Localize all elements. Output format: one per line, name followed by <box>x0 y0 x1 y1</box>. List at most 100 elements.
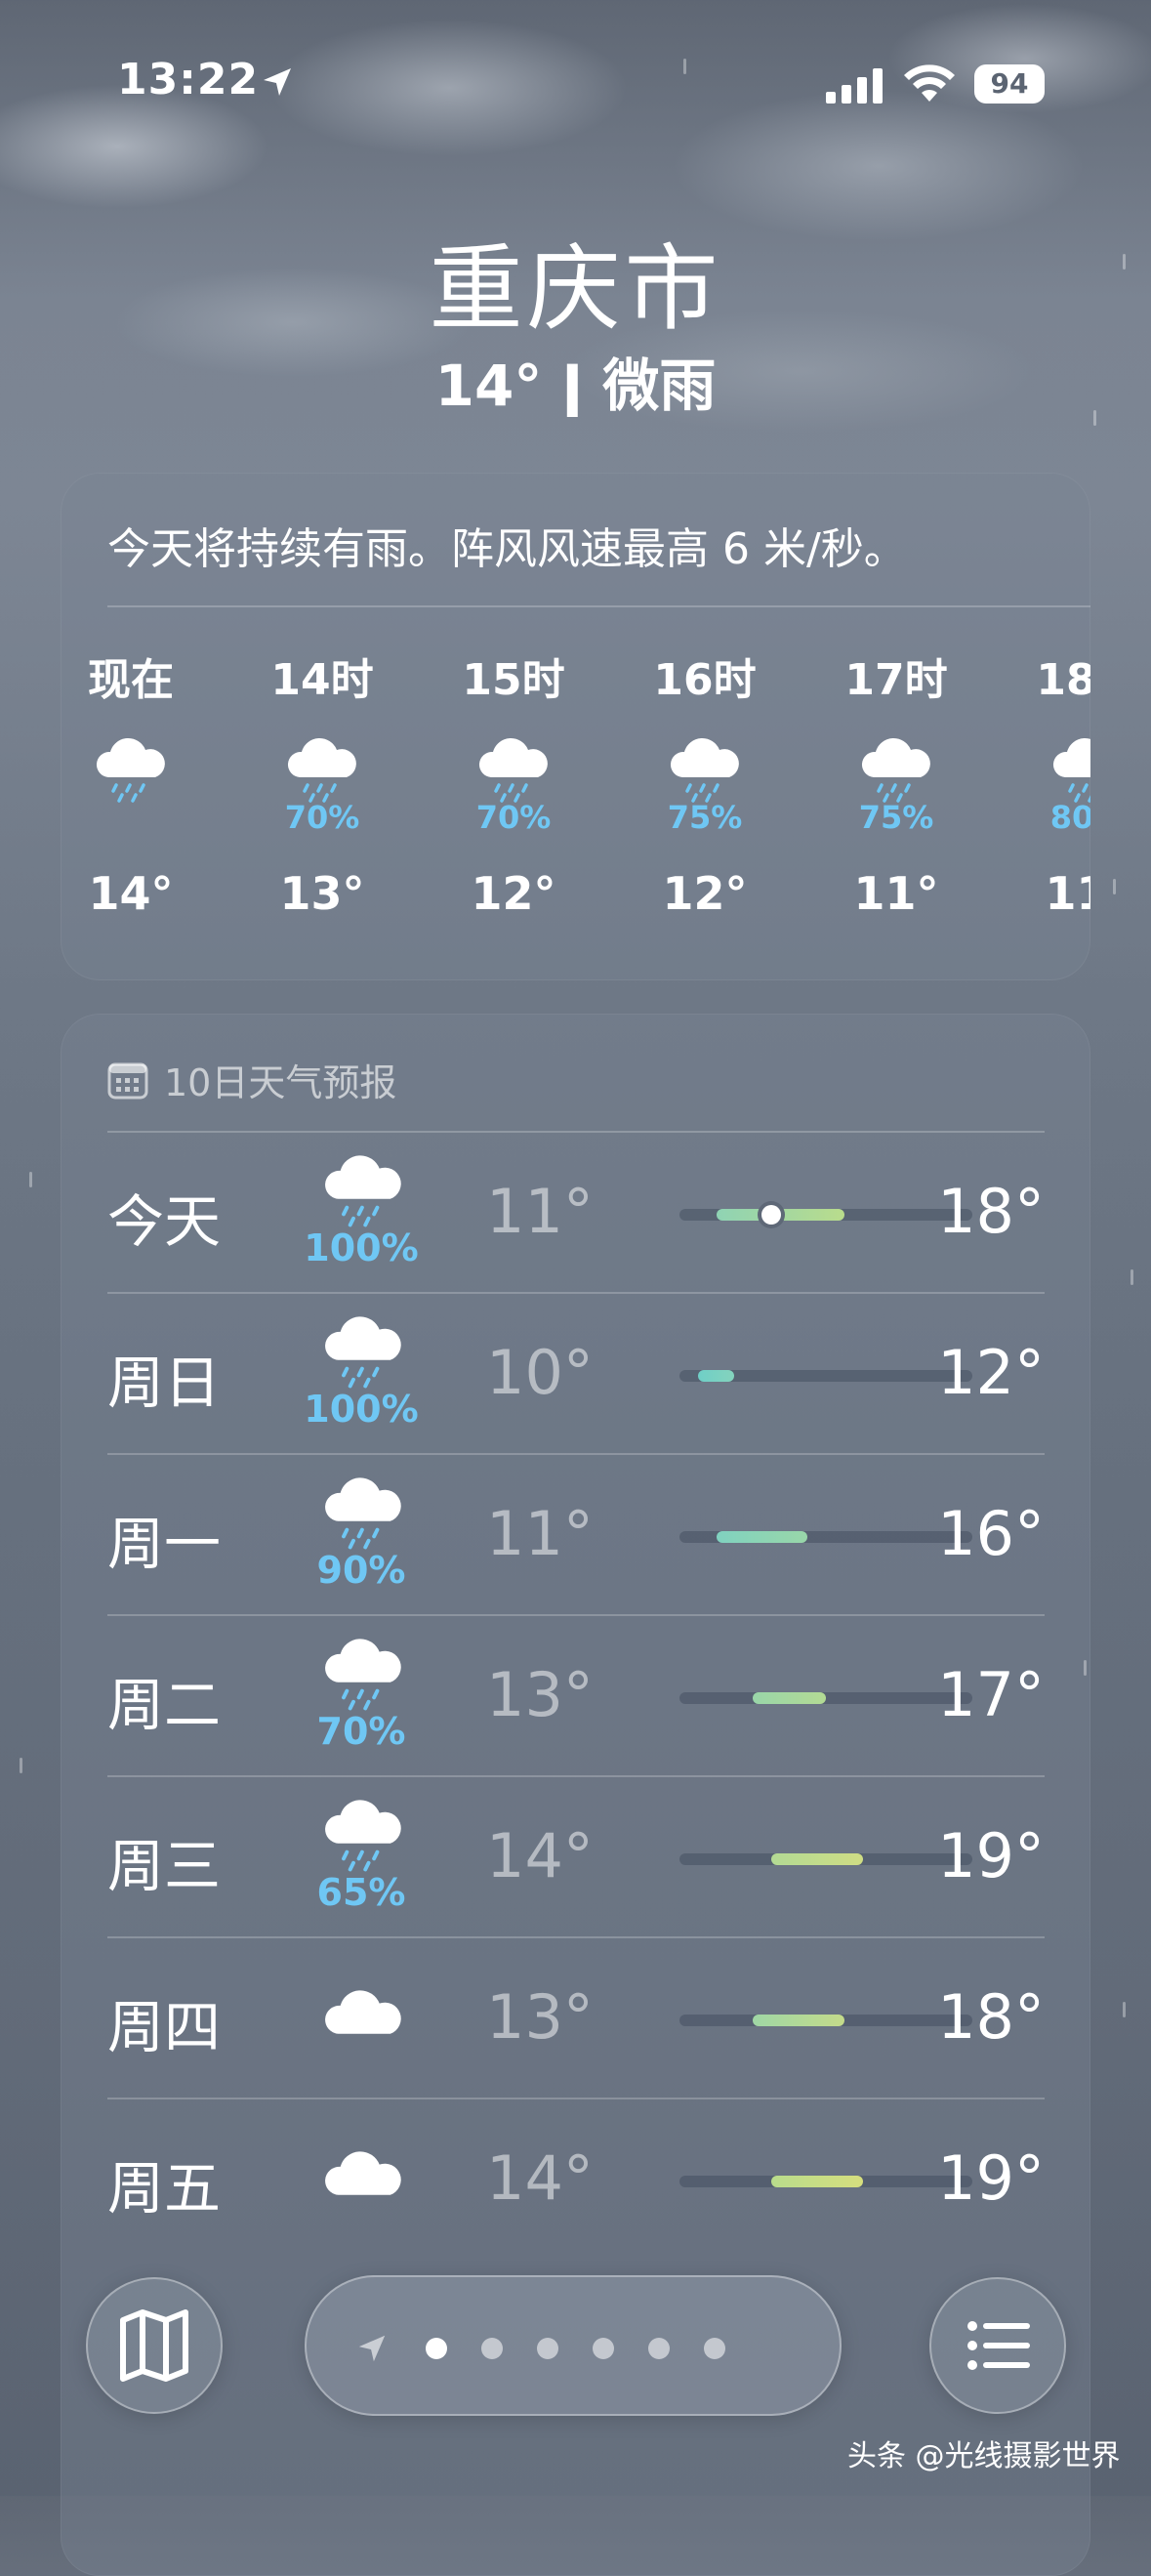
low-temp: 11° <box>486 1498 594 1569</box>
hour-item: 18时 80% 11° <box>1009 644 1090 920</box>
day-name: 周三 <box>107 1833 222 1899</box>
cellular-signal-icon <box>826 68 883 104</box>
divider <box>107 1936 1045 1938</box>
rain-streak <box>1123 254 1126 270</box>
hour-item: 17时 75% 11° <box>818 644 974 920</box>
hour-icon-wrap <box>87 736 175 805</box>
day-icon-wrap <box>314 1636 412 1714</box>
day-name: 周五 <box>107 2155 222 2222</box>
cloud-icon <box>325 1990 401 2034</box>
status-bar: 13:22 94 <box>0 51 1151 119</box>
precip-chance: 70% <box>475 799 552 836</box>
rain-streak <box>1123 2002 1126 2017</box>
divider <box>107 605 1090 607</box>
precip-chance: 75% <box>667 799 743 836</box>
hour-temp: 11° <box>853 867 939 920</box>
battery-icon: 94 <box>974 64 1045 104</box>
low-temp: 14° <box>486 1820 594 1891</box>
hour-temp: 11° <box>1045 867 1090 920</box>
watermark: 头条 @光线摄影世界 <box>847 2431 1121 2474</box>
rain-streak <box>1093 410 1096 426</box>
list-icon <box>967 2321 1030 2370</box>
rain-cloud-icon <box>325 1155 401 1227</box>
rain-cloud-icon <box>325 1316 401 1389</box>
hour-item: 14时 70% 13° <box>244 644 400 920</box>
rain-streak <box>20 1758 22 1773</box>
temp-range-bar <box>679 1205 972 1225</box>
rain-cloud-icon <box>478 737 548 803</box>
map-button[interactable] <box>86 2277 223 2414</box>
hour-temp: 12° <box>471 867 556 920</box>
temp-range-fill <box>753 2015 844 2026</box>
status-time: 13:22 <box>117 55 260 104</box>
precip-chance: 70% <box>316 1710 406 1753</box>
high-temp: 18° <box>937 1176 1045 1247</box>
city-name: 重庆市 <box>429 234 722 344</box>
low-temp: 11° <box>486 1176 594 1247</box>
hour-icon-wrap <box>278 736 366 805</box>
divider <box>107 1775 1045 1777</box>
hour-item: 16时 75% 12° <box>627 644 783 920</box>
weather-summary: 今天将持续有雨。阵风风速最高 6 米/秒。 <box>107 524 907 574</box>
page-dot <box>426 2338 447 2359</box>
temp-range-bar <box>679 1370 972 1382</box>
hour-icon-wrap <box>852 736 940 805</box>
day-row[interactable]: 周二 70% 13° 17° <box>107 1614 1045 1775</box>
hour-label: 16时 <box>653 655 757 705</box>
day-row[interactable]: 今天 100% 11° 18° <box>107 1131 1045 1292</box>
wifi-icon <box>904 64 955 102</box>
day-icon-wrap <box>314 1475 412 1553</box>
hour-icon-wrap <box>470 736 557 805</box>
divider <box>107 2098 1045 2099</box>
day-icon-wrap <box>314 1797 412 1875</box>
divider <box>107 1292 1045 1294</box>
high-temp: 16° <box>937 1498 1045 1569</box>
precip-chance: 65% <box>316 1871 406 1914</box>
day-row[interactable]: 周三 65% 14° 19° <box>107 1775 1045 1936</box>
high-temp: 17° <box>937 1659 1045 1730</box>
divider <box>107 1453 1045 1455</box>
hour-icon-wrap <box>661 736 749 805</box>
rain-cloud-icon <box>325 1639 401 1711</box>
rain-streak <box>1113 879 1116 894</box>
high-temp: 19° <box>937 1820 1045 1891</box>
high-temp: 12° <box>937 1337 1045 1408</box>
divider <box>107 1614 1045 1616</box>
rain-cloud-icon <box>325 1477 401 1550</box>
rain-cloud-icon <box>1053 738 1090 803</box>
precip-chance: 100% <box>304 1226 419 1269</box>
hour-temp: 14° <box>88 867 174 920</box>
precip-chance: 80% <box>1049 799 1090 836</box>
hour-label: 14时 <box>270 655 374 705</box>
rain-cloud-icon <box>287 737 356 803</box>
rain-streak <box>1084 1660 1087 1676</box>
page-indicator[interactable] <box>305 2275 842 2416</box>
temp-range-fill <box>753 1692 826 1704</box>
city-list-button[interactable] <box>929 2277 1066 2414</box>
hour-label: 现在 <box>88 655 174 705</box>
location-arrow-icon <box>358 2335 386 2362</box>
map-icon <box>120 2309 188 2382</box>
precip-chance: 90% <box>316 1549 406 1592</box>
day-name: 周日 <box>107 1350 222 1416</box>
day-row[interactable]: 周一 90% 11° 16° <box>107 1453 1045 1614</box>
rain-streak <box>29 1172 32 1187</box>
day-icon-wrap <box>314 1313 412 1392</box>
cloud-icon <box>325 2151 401 2195</box>
day-icon-wrap <box>314 1152 412 1230</box>
hour-label: 17时 <box>844 655 948 705</box>
day-row[interactable]: 周五 14° 19° <box>107 2098 1045 2259</box>
hour-item: 现在 14° <box>61 644 209 920</box>
hour-icon-wrap <box>1044 736 1090 805</box>
hour-label: 18时 <box>1036 655 1090 705</box>
day-row[interactable]: 周日 100% 10° 12° <box>107 1292 1045 1453</box>
precip-chance: 100% <box>304 1388 419 1431</box>
day-row[interactable]: 周四 13° 18° <box>107 1936 1045 2098</box>
high-temp: 18° <box>937 1981 1045 2053</box>
temp-range-bar <box>679 2015 972 2026</box>
hourly-forecast-card[interactable]: 今天将持续有雨。阵风风速最高 6 米/秒。 现在 14° 14时 70% 13° 15时 7… <box>61 473 1090 980</box>
temp-range-fill <box>770 1853 863 1865</box>
hour-label: 15时 <box>462 655 565 705</box>
temp-range-fill <box>697 1370 735 1382</box>
rain-cloud-icon <box>325 1800 401 1872</box>
